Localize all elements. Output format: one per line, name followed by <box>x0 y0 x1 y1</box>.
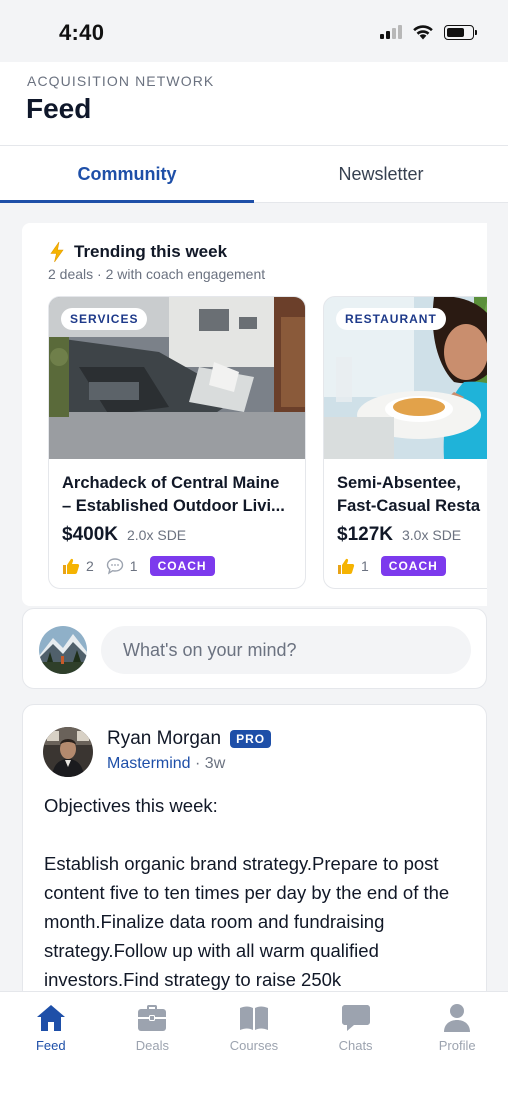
post-time: 3w <box>204 755 226 772</box>
status-time: 4:40 <box>59 20 105 45</box>
nav-deals[interactable]: Deals <box>102 992 204 1100</box>
deal-price: $127K <box>337 524 393 545</box>
feed-content[interactable]: Trending this week 2 deals · 2 with coac… <box>0 203 508 991</box>
nav-label: Deals <box>135 1038 170 1053</box>
post-group-link[interactable]: Mastermind <box>107 755 191 772</box>
avatar <box>39 626 87 674</box>
deal-title: Semi-Absentee, Fast-Casual Resta <box>337 474 481 515</box>
nav-label: Profile <box>438 1038 476 1053</box>
nav-label: Feed <box>35 1038 66 1053</box>
battery-icon <box>444 24 477 40</box>
deal-price-row: $400K 2.0x SDE <box>62 524 186 546</box>
nav-chats[interactable]: Chats <box>305 992 407 1100</box>
deal-card[interactable]: SERVICES Archadeck of Central Maine – Es… <box>48 296 306 589</box>
meta-separator: · <box>190 755 205 772</box>
deal-card[interactable]: RESTAURANT Semi-Absentee, Fast-Casual Re… <box>323 296 487 589</box>
chat-icon <box>341 1005 370 1031</box>
thumbs-up-icon <box>338 558 355 574</box>
page-header: ACQUISITION NETWORK Feed <box>0 62 508 146</box>
post-composer <box>22 608 487 689</box>
pro-badge: PRO <box>230 730 272 748</box>
trending-section: Trending this week 2 deals · 2 with coac… <box>22 223 487 606</box>
user-icon <box>444 1004 471 1032</box>
status-bar: 4:40 <box>0 0 508 62</box>
post-meta: Mastermind · 3w <box>107 755 225 773</box>
post-body-heading: Objectives this week: <box>44 795 218 816</box>
thumbs-up-icon <box>63 558 80 574</box>
deal-engagement: 2 1 COACH <box>62 556 215 576</box>
post-author-row: Ryan Morgan PRO <box>107 728 272 750</box>
post-body-text: Establish organic brand strategy.Prepare… <box>44 853 450 990</box>
deal-category-tag: SERVICES <box>61 308 148 330</box>
comment-icon <box>106 558 123 575</box>
book-icon <box>239 1006 268 1030</box>
lightning-icon <box>50 241 64 263</box>
avatar[interactable] <box>43 727 93 777</box>
bottom-nav: Feed Deals Courses Chats Profile <box>0 991 508 1100</box>
wifi-icon <box>413 25 433 40</box>
post-body: Objectives this week: Establish organic … <box>44 791 464 991</box>
tab-newsletter[interactable]: Newsletter <box>254 146 508 202</box>
like-count: 1 <box>361 558 369 574</box>
nav-label: Courses <box>229 1038 279 1053</box>
tab-community[interactable]: Community <box>0 146 254 203</box>
deal-category-tag: RESTAURANT <box>336 308 446 330</box>
deal-title: Archadeck of Central Maine – Established… <box>62 474 285 515</box>
nav-profile[interactable]: Profile <box>406 992 508 1100</box>
deal-multiple: 2.0x SDE <box>127 527 187 543</box>
feed-tabs: Community Newsletter <box>0 146 508 203</box>
trending-title: Trending this week <box>74 242 228 261</box>
deal-photo-restaurant: RESTAURANT <box>324 297 487 459</box>
comment-count: 1 <box>129 558 138 574</box>
deal-price-row: $127K 3.0x SDE <box>337 524 461 546</box>
feed-post[interactable]: Ryan Morgan PRO Mastermind · 3w Objectiv… <box>22 704 487 991</box>
coach-badge: COACH <box>149 556 215 576</box>
deal-price: $400K <box>62 524 118 545</box>
like-count: 2 <box>86 558 94 574</box>
home-icon <box>36 1005 65 1031</box>
author-name[interactable]: Ryan Morgan <box>107 728 221 750</box>
deal-photo-patio: SERVICES <box>49 297 305 459</box>
whats-on-your-mind-input[interactable] <box>101 626 471 674</box>
coach-badge: COACH <box>380 556 446 576</box>
deal-multiple: 3.0x SDE <box>402 527 462 543</box>
briefcase-icon <box>138 1005 167 1031</box>
trending-header: Trending this week <box>48 241 227 263</box>
nav-courses[interactable]: Courses <box>203 992 305 1100</box>
page-title: Feed <box>26 93 92 124</box>
nav-feed[interactable]: Feed <box>0 992 102 1100</box>
status-icons <box>380 24 477 40</box>
network-label: ACQUISITION NETWORK <box>27 73 215 89</box>
nav-label: Chats <box>338 1038 373 1053</box>
cellular-signal-icon <box>380 25 402 39</box>
trending-subtitle: 2 deals · 2 with coach engagement <box>48 266 266 282</box>
deal-engagement: 1 COACH <box>337 556 446 576</box>
